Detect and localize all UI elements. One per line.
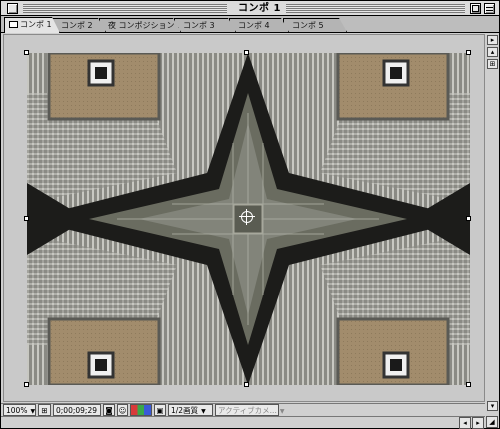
corner-handle[interactable] bbox=[466, 50, 471, 55]
channels-icon[interactable] bbox=[130, 404, 152, 416]
timecode-value: 0;00;09;29 bbox=[56, 406, 97, 415]
title-bar-stripes-right bbox=[283, 4, 465, 13]
scroll-left-arrow-icon[interactable]: ◂ bbox=[459, 417, 471, 429]
resolution-value: 1/2画質 bbox=[171, 406, 199, 415]
comp-flowchart-icon[interactable]: ⊞ bbox=[487, 59, 498, 69]
camera-menu[interactable]: アクティブカメ... ▼ bbox=[215, 404, 284, 416]
window-title: コンポ 1 bbox=[233, 2, 286, 15]
region-of-interest-icon[interactable]: ▣ bbox=[154, 404, 166, 416]
composition-tab-bar: コンポ 5 コンポ 4 コンポ 3 夜 コンポジション 1 コンポ 2 コンポ … bbox=[1, 16, 499, 33]
composition-window: コンポ 1 コンポ 5 コンポ 4 コンポ 3 夜 コンポジション 1 コンポ … bbox=[0, 0, 500, 429]
anchor-point-icon[interactable] bbox=[239, 209, 255, 225]
tab-label: 夜 コンポジション 1 bbox=[108, 21, 183, 30]
composition-icon bbox=[9, 21, 18, 28]
edge-handle[interactable] bbox=[24, 216, 29, 221]
horizontal-scrollbar[interactable]: ◂ ▸ bbox=[1, 416, 485, 429]
camera-value: アクティブカメ... bbox=[218, 406, 277, 415]
tab-comp-4[interactable]: コンポ 4 bbox=[229, 18, 289, 32]
close-box-icon[interactable] bbox=[7, 3, 18, 14]
flowchart-menu-icon[interactable]: ▸ bbox=[487, 35, 498, 45]
edge-handle[interactable] bbox=[244, 382, 249, 387]
corner-handle[interactable] bbox=[24, 50, 29, 55]
corner-handle[interactable] bbox=[466, 382, 471, 387]
tab-label: コンポ 2 bbox=[61, 21, 93, 30]
edge-handle[interactable] bbox=[244, 50, 249, 55]
safe-zones-icon[interactable]: ⊞ bbox=[38, 404, 51, 416]
collapse-box-icon[interactable] bbox=[484, 3, 495, 14]
tab-label: コンポ 4 bbox=[238, 21, 270, 30]
resolution-menu[interactable]: 1/2画質 ▼ bbox=[168, 404, 213, 416]
tab-label: コンポ 5 bbox=[292, 21, 324, 30]
zoom-box-icon[interactable] bbox=[470, 3, 481, 14]
edge-handle[interactable] bbox=[466, 216, 471, 221]
tab-label: コンポ 1 bbox=[20, 20, 52, 29]
side-strip: ▸ ▴ ⊞ ▾ bbox=[486, 34, 499, 429]
viewer-toolbar: 100% ▼ ⊞ 0;00;09;29 ◙ ☺ ▣ 1/2画質 ▼ アクティブカメ.… bbox=[1, 403, 485, 416]
scroll-right-arrow-icon[interactable]: ▸ bbox=[472, 417, 484, 429]
title-bar[interactable]: コンポ 1 bbox=[1, 1, 499, 16]
resize-box-icon[interactable]: ◢ bbox=[486, 416, 498, 428]
tab-comp-5[interactable]: コンポ 5 bbox=[283, 18, 347, 32]
snapshot-icon[interactable]: ◙ bbox=[103, 404, 115, 416]
zoom-value: 100% bbox=[6, 406, 28, 415]
tab-comp-1[interactable]: コンポ 1 bbox=[4, 17, 60, 33]
scroll-down-arrow-icon[interactable]: ▾ bbox=[487, 401, 498, 411]
tab-label: コンポ 3 bbox=[183, 21, 215, 30]
timecode-display[interactable]: 0;00;09;29 bbox=[53, 404, 101, 416]
tab-comp-2[interactable]: コンポ 2 bbox=[52, 18, 106, 32]
scroll-up-arrow-icon[interactable]: ▴ bbox=[487, 47, 498, 57]
show-snapshot-icon[interactable]: ☺ bbox=[117, 404, 128, 416]
composition-viewer[interactable] bbox=[3, 34, 485, 402]
tab-night-composition-1[interactable]: 夜 コンポジション 1 bbox=[99, 18, 181, 32]
zoom-menu[interactable]: 100% ▼ bbox=[3, 404, 36, 416]
title-bar-stripes-left bbox=[23, 4, 227, 13]
corner-handle[interactable] bbox=[24, 382, 29, 387]
tab-comp-3[interactable]: コンポ 3 bbox=[174, 18, 236, 32]
